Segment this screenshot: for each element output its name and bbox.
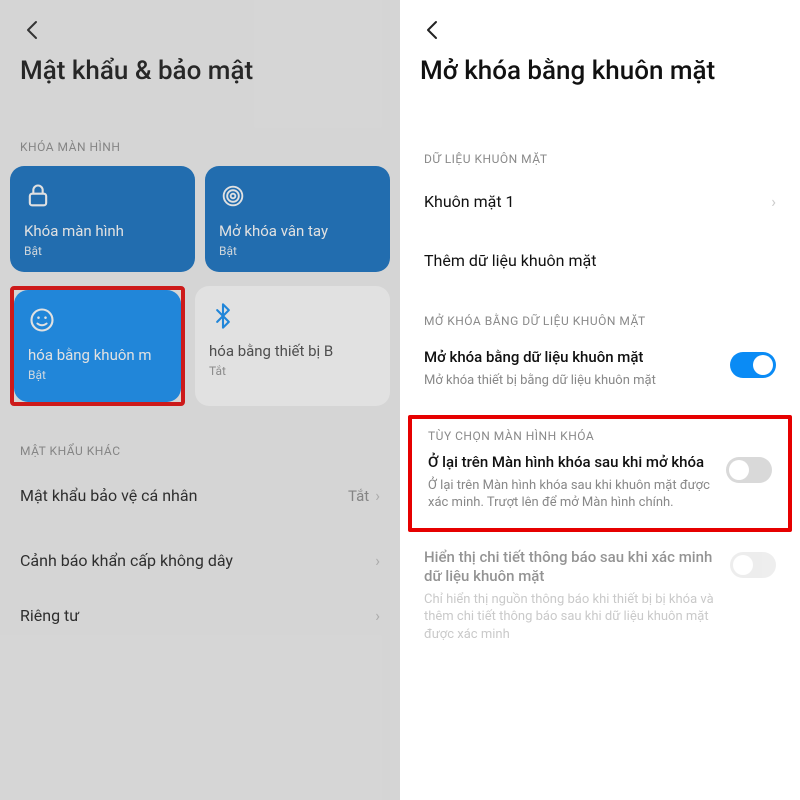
chevron-right-icon: › bbox=[771, 192, 776, 211]
tile-row-1: Khóa màn hình Bật Mở khóa vân tay Bật bbox=[0, 166, 400, 272]
tile-title: Khóa màn hình bbox=[24, 222, 181, 240]
tile-row-2: hóa bằng khuôn m Bật hóa bằng thiết bị B… bbox=[0, 286, 400, 406]
tile-title: hóa bằng khuôn m bbox=[28, 346, 167, 364]
tile-screen-lock[interactable]: Khóa màn hình Bật bbox=[10, 166, 195, 272]
section-label-other-pw: MẬT KHẨU KHÁC bbox=[20, 444, 400, 458]
setting-unlock-with-face: Mở khóa bằng dữ liệu khuôn mặt Mở khóa t… bbox=[400, 334, 800, 403]
highlight-face-unlock: hóa bằng khuôn m Bật bbox=[10, 286, 185, 406]
tile-status: Tắt bbox=[209, 364, 376, 378]
section-label-lockscreen-options: TÙY CHỌN MÀN HÌNH KHÓA bbox=[428, 429, 772, 443]
row-status: Tắt bbox=[348, 487, 369, 505]
row-face-1[interactable]: Khuôn mặt 1 › bbox=[400, 172, 800, 231]
fingerprint-icon bbox=[219, 182, 247, 210]
chevron-right-icon: › bbox=[375, 486, 380, 505]
section-label-unlock-facedata: MỞ KHÓA BẰNG DỮ LIỆU KHUÔN MẶT bbox=[424, 314, 800, 328]
setting-desc: Ở lại trên Màn hình khóa sau khi khuôn m… bbox=[428, 477, 712, 512]
setting-stay-on-lockscreen: Ở lại trên Màn hình khóa sau khi mở khóa… bbox=[428, 443, 772, 512]
chevron-right-icon: › bbox=[375, 606, 380, 625]
tile-status: Bật bbox=[219, 244, 376, 258]
row-label: Khuôn mặt 1 bbox=[424, 192, 515, 211]
tile-title: hóa bằng thiết bị B bbox=[209, 342, 376, 360]
face-icon bbox=[28, 306, 56, 334]
page-title: Mật khẩu & bảo mật bbox=[20, 55, 380, 88]
setting-title: Hiển thị chi tiết thông báo sau khi xác … bbox=[424, 548, 716, 587]
back-button[interactable] bbox=[20, 18, 48, 46]
row-privacy[interactable]: Riêng tư › bbox=[0, 588, 400, 643]
tile-fingerprint-unlock[interactable]: Mở khóa vân tay Bật bbox=[205, 166, 390, 272]
setting-title: Ở lại trên Màn hình khóa sau khi mở khóa bbox=[428, 453, 712, 473]
row-privacy-password[interactable]: Mật khẩu bảo vệ cá nhân Tắt › bbox=[0, 468, 400, 523]
lock-icon bbox=[24, 182, 52, 210]
row-label: Riêng tư bbox=[20, 606, 79, 625]
setting-show-notification-details: Hiển thị chi tiết thông báo sau khi xác … bbox=[400, 538, 800, 654]
row-emergency-alerts[interactable]: Cảnh báo khẩn cấp không dây › bbox=[0, 533, 400, 588]
screen-password-security: Mật khẩu & bảo mật KHÓA MÀN HÌNH Khóa mà… bbox=[0, 0, 400, 800]
tile-face-unlock[interactable]: hóa bằng khuôn m Bật bbox=[14, 290, 181, 402]
section-label-lockscreen: KHÓA MÀN HÌNH bbox=[20, 140, 400, 154]
toggle-stay-on-lockscreen[interactable] bbox=[726, 457, 772, 483]
row-label: Thêm dữ liệu khuôn mặt bbox=[424, 251, 596, 270]
toggle-unlock-with-face[interactable] bbox=[730, 352, 776, 378]
row-label: Mật khẩu bảo vệ cá nhân bbox=[20, 486, 197, 505]
highlight-lock-options: TÙY CHỌN MÀN HÌNH KHÓA Ở lại trên Màn hì… bbox=[408, 415, 792, 532]
setting-desc: Mở khóa thiết bị bằng dữ liệu khuôn mặt bbox=[424, 372, 716, 390]
toggle-show-notification-details bbox=[730, 552, 776, 578]
chevron-right-icon: › bbox=[375, 551, 380, 570]
tile-status: Bật bbox=[24, 244, 181, 258]
tile-title: Mở khóa vân tay bbox=[219, 222, 376, 240]
setting-desc: Chỉ hiển thị nguồn thông báo khi thiết b… bbox=[424, 591, 716, 644]
bluetooth-icon bbox=[209, 302, 237, 330]
screen-face-unlock: Mở khóa bằng khuôn mặt DỮ LIỆU KHUÔN MẶT… bbox=[400, 0, 800, 800]
page-title: Mở khóa bằng khuôn mặt bbox=[420, 55, 780, 88]
tile-bluetooth-unlock[interactable]: hóa bằng thiết bị B Tắt bbox=[195, 286, 390, 406]
setting-title: Mở khóa bằng dữ liệu khuôn mặt bbox=[424, 348, 716, 368]
row-add-face-data[interactable]: Thêm dữ liệu khuôn mặt bbox=[400, 231, 800, 290]
back-button[interactable] bbox=[420, 18, 448, 46]
tile-status: Bật bbox=[28, 368, 167, 382]
section-label-facedata: DỮ LIỆU KHUÔN MẶT bbox=[424, 152, 800, 166]
row-label: Cảnh báo khẩn cấp không dây bbox=[20, 551, 233, 570]
